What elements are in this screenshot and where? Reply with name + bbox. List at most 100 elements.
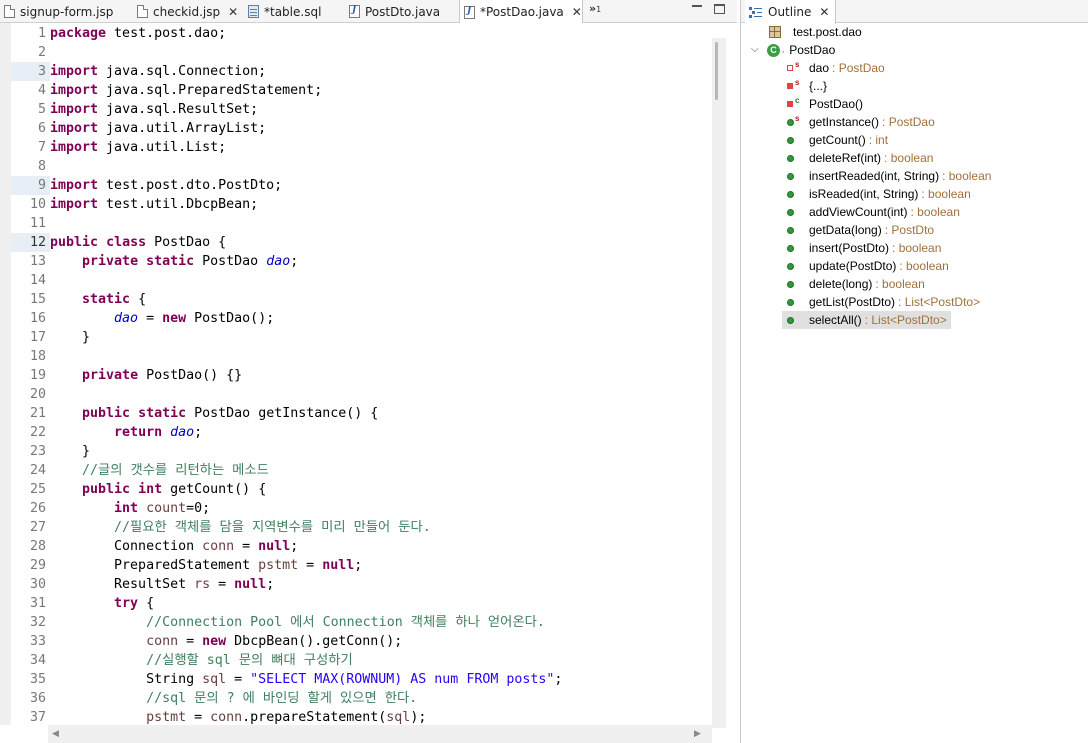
tab-overflow-button[interactable]: »1 [589,2,601,15]
outline-class[interactable]: ⌵ C, PostDao [751,41,835,59]
class-icon: C [767,43,780,57]
tab-postdto[interactable]: PostDto.java [345,0,455,23]
public-method-icon [787,280,794,288]
private-member-icon [787,101,793,107]
code-line: import java.util.List; [50,140,227,155]
outline-member[interactable]: insert(PostDto): boolean [782,239,941,257]
line-number: 8 [37,159,46,174]
member-name: addViewCount(int) [809,205,908,219]
member-name: insertReaded(int, String) [809,169,940,183]
outline-member[interactable]: isReaded(int, String): boolean [782,185,971,203]
public-method-icon [787,244,794,252]
line-number: 22 [29,425,46,440]
overflow-count: 1 [596,5,602,14]
public-method-icon [787,190,794,198]
line-number: 26 [29,501,46,516]
constructor-badge-icon: c [795,96,800,105]
close-icon[interactable]: ✕ [228,5,238,19]
close-icon[interactable]: ✕ [819,5,829,19]
member-name: getCount() [809,133,866,147]
code-text[interactable]: package test.post.dao; import java.sql.C… [50,24,712,727]
tab-label: signup-form.jsp [20,4,114,19]
member-name: dao [809,61,830,75]
member-type: : PostDto [884,223,935,237]
line-number: 21 [29,406,46,421]
tab-signup-form[interactable]: signup-form.jsp [0,0,131,23]
code-line: try { [114,596,155,611]
minimize-icon[interactable] [692,5,702,8]
outline-member[interactable]: s getInstance(): PostDao [782,113,935,131]
code-editor[interactable]: 1 2 3 4 5 6 7 8 9 10 11 12 13 14 15 16 17 18 19 20 21 22 23 24 2… [0,23,737,743]
tab-label: *table.sql [264,4,322,19]
code-line: ResultSet rs = null; [50,577,275,592]
member-type: : boolean [910,205,960,219]
member-name: selectAll() [809,313,862,327]
member-name: update(PostDto) [809,259,897,273]
outline-member[interactable]: getCount(): int [782,131,888,149]
line-number: 13 [29,254,46,269]
line-number: 10 [29,197,46,212]
outline-package[interactable]: test.post.dao [767,23,862,41]
public-method-icon [787,316,794,324]
code-line: //Connection Pool 에서 Connection 객체를 하나 얻… [146,615,545,630]
code-line: private static PostDao dao; [82,254,299,269]
outline-title: Outline [768,5,812,19]
public-method-icon [787,226,794,234]
tab-postdao[interactable]: *PostDao.java ✕ [459,0,583,24]
code-line: //글의 갯수를 리턴하는 메소드 [82,463,269,478]
horizontal-scrollbar[interactable]: ◀ ▶ [48,725,712,743]
outline-member[interactable]: deleteRef(int): boolean [782,149,933,167]
scroll-thumb[interactable] [715,42,718,100]
outline-member[interactable]: delete(long): boolean [782,275,925,293]
line-number: 35 [29,672,46,687]
outline-member[interactable]: selectAll(): List<PostDto> [782,311,951,329]
member-name: getList(PostDto) [809,295,896,309]
package-name: test.post.dao [793,25,862,39]
member-name: PostDao() [809,97,864,111]
tab-checkid[interactable]: checkid.jsp ✕ [133,0,243,23]
outline-icon [749,6,762,18]
close-icon[interactable]: ✕ [572,5,582,19]
member-name: insert(PostDto) [809,241,890,255]
chevron-down-icon[interactable]: ⌵ [751,41,767,59]
line-number: 28 [29,539,46,554]
package-icon [769,26,781,38]
line-number: 19 [29,368,46,383]
tab-table-sql[interactable]: *table.sql [244,0,342,23]
member-type: : PostDao [882,115,935,129]
outline-member[interactable]: addViewCount(int): boolean [782,203,960,221]
maximize-icon[interactable] [714,4,725,14]
line-number: 1 [37,26,46,41]
static-badge-icon: s [795,60,800,69]
line-number: 24 [29,463,46,478]
line-number: 20 [29,387,46,402]
outline-member[interactable]: insertReaded(int, String): boolean [782,167,991,185]
member-type: : int [868,133,889,147]
outline-member[interactable]: getList(PostDto): List<PostDto> [782,293,980,311]
tab-outline[interactable]: Outline ✕ [745,0,837,24]
vertical-scrollbar[interactable] [712,38,726,728]
scroll-right-icon[interactable]: ▶ [694,729,701,739]
member-type: : boolean [875,277,925,291]
code-line: import java.util.ArrayList; [50,121,267,136]
outline-member[interactable]: s {...} [782,77,827,95]
outline-view: Outline ✕ test.post.dao ⌵ C, PostDao s da… [740,0,1088,743]
editor-tab-bar: signup-form.jsp checkid.jsp ✕ *table.sql… [0,0,737,24]
member-type: : boolean [899,259,949,273]
line-number-gutter: 1 2 3 4 5 6 7 8 9 10 11 12 13 14 15 16 17 18 19 20 21 22 23 24 2… [11,24,48,727]
outline-tab-bar: Outline ✕ [741,0,1088,24]
tab-label: *PostDao.java [480,5,564,19]
outline-member[interactable]: update(PostDto): boolean [782,257,949,275]
line-number: 30 [29,577,46,592]
member-name: isReaded(int, String) [809,187,919,201]
code-line: return dao; [114,425,203,440]
line-number: 15 [29,292,46,307]
scroll-left-icon[interactable]: ◀ [52,729,59,739]
outline-member[interactable]: getData(long): PostDto [782,221,934,239]
code-line: import test.post.dto.PostDto; [50,178,283,193]
line-number: 7 [37,140,46,155]
